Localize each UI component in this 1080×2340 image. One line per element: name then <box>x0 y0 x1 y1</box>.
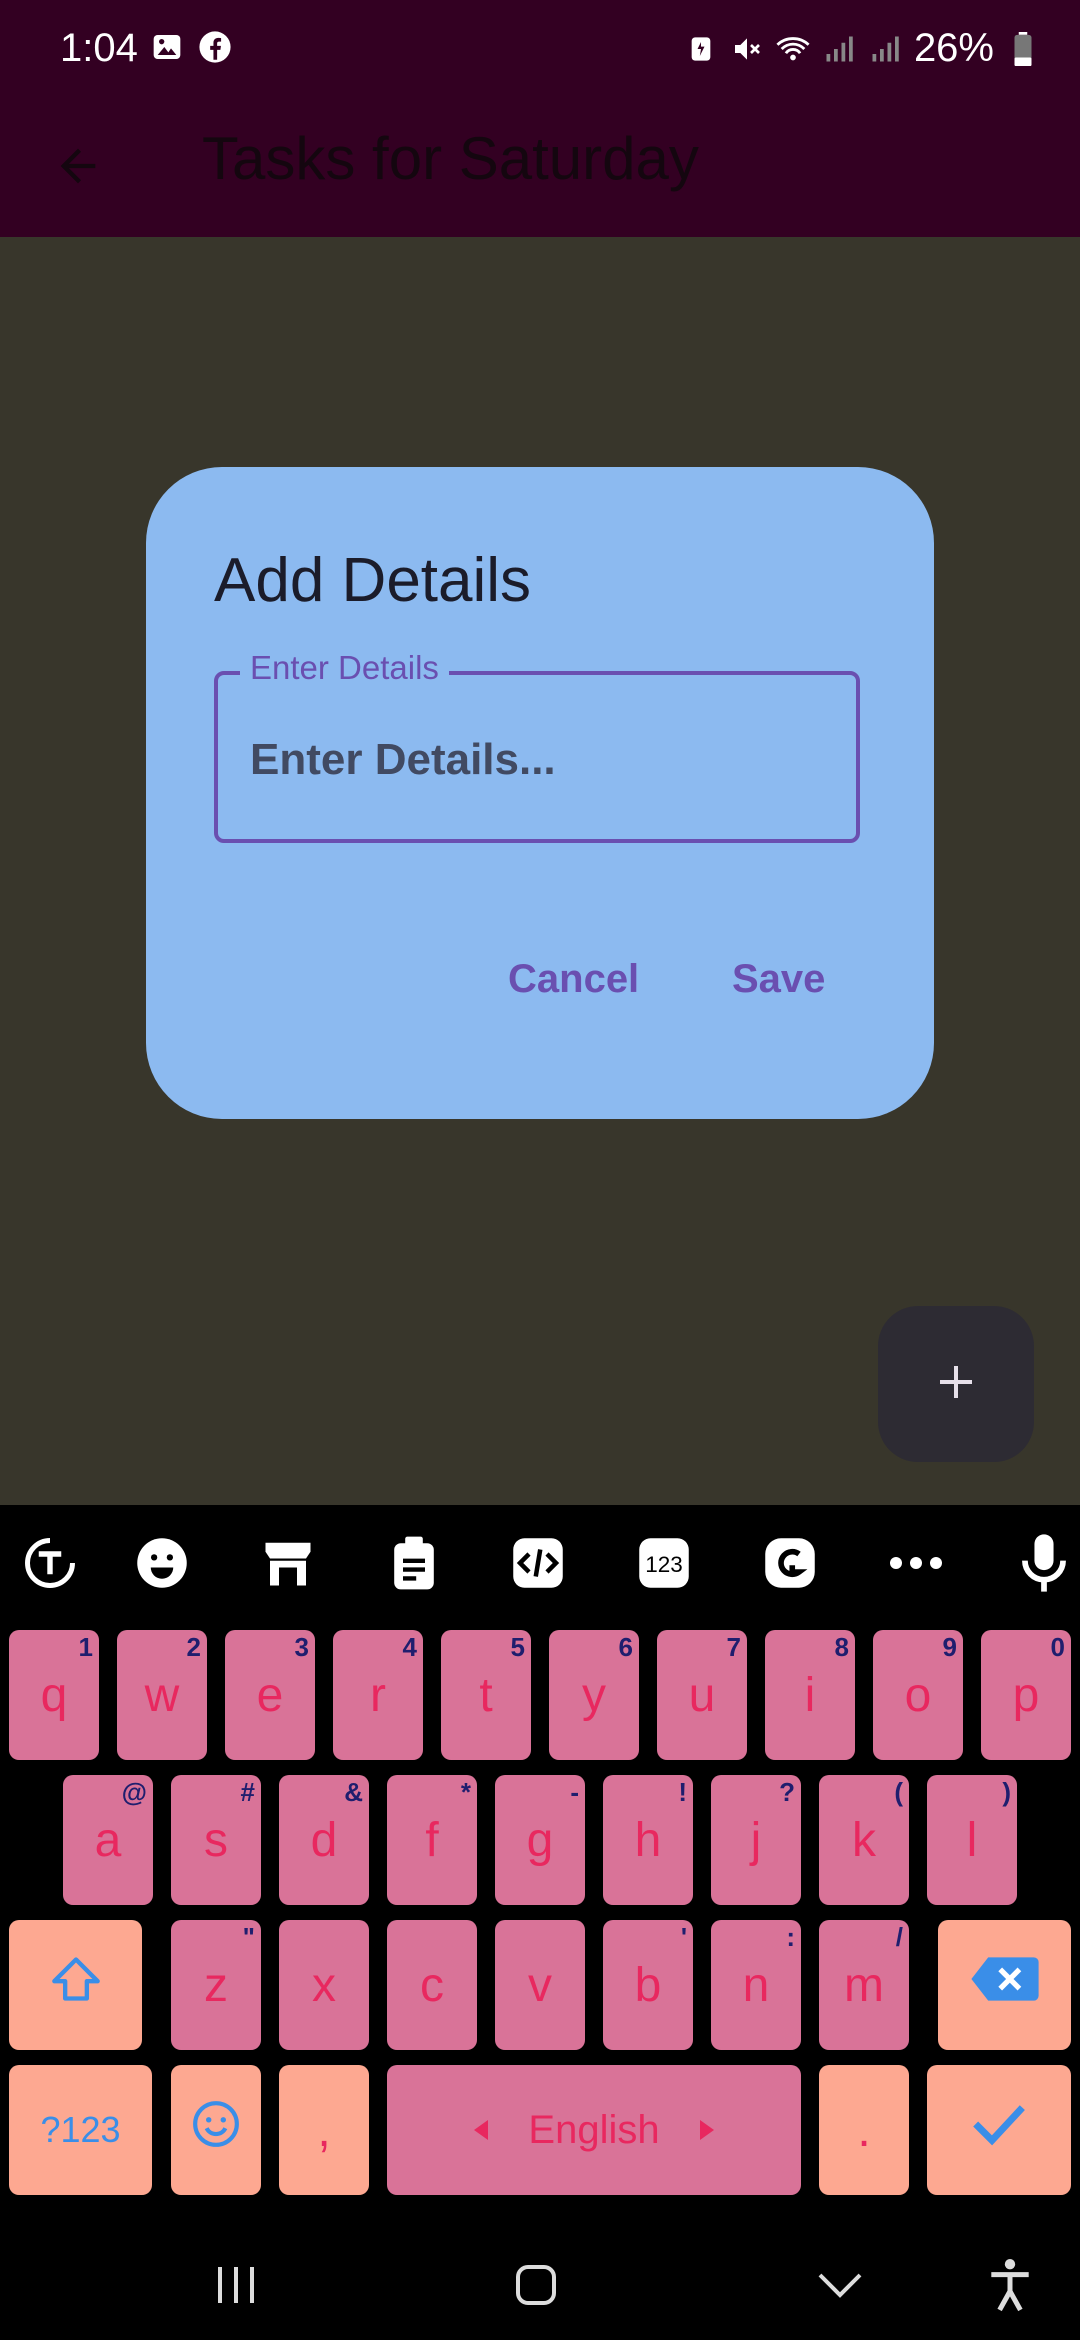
emoji-icon[interactable] <box>132 1533 192 1593</box>
navigation-bar <box>0 2225 1080 2340</box>
key-j[interactable]: ? j <box>711 1775 801 1905</box>
key-u[interactable]: 7u <box>657 1630 747 1760</box>
key-i[interactable]: 8i <box>765 1630 855 1760</box>
svg-text:123: 123 <box>645 1552 683 1577</box>
key-p[interactable]: 0p <box>981 1630 1071 1760</box>
key-a[interactable]: @ a <box>63 1775 153 1905</box>
recents-icon[interactable] <box>206 2255 266 2315</box>
add-details-dialog: Add Details Enter Details Cancel Save <box>146 467 934 1119</box>
shift-key[interactable] <box>9 1920 142 2050</box>
app-bar: Tasks for Saturday <box>0 100 1080 237</box>
language-right-icon <box>699 2120 714 2140</box>
status-right: 26% <box>684 26 1040 71</box>
text-translate-icon[interactable] <box>20 1533 80 1593</box>
mute-icon <box>730 32 764 66</box>
key-d[interactable]: & d <box>279 1775 369 1905</box>
numpad-icon[interactable]: 123 <box>634 1533 694 1593</box>
emoji-key[interactable] <box>171 2065 261 2195</box>
page-title: Tasks for Saturday <box>202 125 699 192</box>
accessibility-icon[interactable] <box>980 2255 1040 2315</box>
save-button[interactable]: Save <box>732 957 825 1002</box>
key-q[interactable]: 1q <box>9 1630 99 1760</box>
hide-keyboard-icon[interactable] <box>810 2255 870 2315</box>
key-c[interactable]: c <box>387 1920 477 2050</box>
battery-icon <box>1006 31 1040 66</box>
enter-key[interactable] <box>927 2065 1071 2195</box>
more-icon[interactable] <box>886 1533 946 1593</box>
emoji-icon <box>191 2099 241 2161</box>
key-s[interactable]: # s <box>171 1775 261 1905</box>
battery-saver-icon <box>684 32 718 66</box>
store-icon[interactable] <box>258 1533 318 1593</box>
details-input[interactable] <box>248 727 832 793</box>
keyboard: 123 1q 2w 3e 4r 5t 6y 7u 8i 9o 0p @ a # s … <box>0 1505 1080 2225</box>
home-icon[interactable] <box>506 2255 566 2315</box>
details-field[interactable]: Enter Details <box>214 649 860 843</box>
arrow-back-icon <box>52 140 104 197</box>
clipboard-icon[interactable] <box>384 1533 444 1593</box>
backspace-icon <box>969 1955 1041 2015</box>
shift-icon <box>50 1955 102 2015</box>
status-left-icons <box>150 30 232 64</box>
key-w[interactable]: 2w <box>117 1630 207 1760</box>
details-field-label: Enter Details <box>240 649 449 687</box>
key-b[interactable]: ' b <box>603 1920 693 2050</box>
comma-key[interactable]: , <box>279 2065 369 2195</box>
key-h[interactable]: ! h <box>603 1775 693 1905</box>
add-task-fab[interactable] <box>878 1306 1034 1462</box>
battery-percent: 26% <box>913 26 994 70</box>
symbols-key[interactable]: ?123 <box>9 2065 152 2195</box>
key-g[interactable]: -g <box>495 1775 585 1905</box>
period-key[interactable]: . <box>819 2065 909 2195</box>
code-icon[interactable] <box>508 1533 568 1593</box>
mic-icon[interactable] <box>1014 1533 1074 1593</box>
cancel-button[interactable]: Cancel <box>508 957 639 1002</box>
wifi-icon <box>776 32 810 66</box>
key-m[interactable]: / m <box>819 1920 909 2050</box>
language-left-icon <box>474 2120 489 2140</box>
space-language-label: English <box>528 2107 660 2152</box>
key-y[interactable]: 6y <box>549 1630 639 1760</box>
key-l[interactable]: ) l <box>927 1775 1017 1905</box>
key-n[interactable]: :n <box>711 1920 801 2050</box>
key-o[interactable]: 9o <box>873 1630 963 1760</box>
space-key[interactable]: English <box>387 2065 801 2195</box>
check-icon <box>971 2102 1027 2158</box>
key-z[interactable]: " z <box>171 1920 261 2050</box>
key-x[interactable]: x <box>279 1920 369 2050</box>
status-time: 1:04 <box>60 26 138 70</box>
key-e[interactable]: 3e <box>225 1630 315 1760</box>
key-r[interactable]: 4r <box>333 1630 423 1760</box>
plus-icon <box>932 1358 980 1411</box>
key-t[interactable]: 5t <box>441 1630 531 1760</box>
signal-icon <box>822 32 856 66</box>
grammar-icon[interactable] <box>760 1533 820 1593</box>
key-f[interactable]: * f <box>387 1775 477 1905</box>
keyboard-toolbar: 123 <box>0 1505 1080 1620</box>
image-icon <box>150 30 184 64</box>
key-v[interactable]: v <box>495 1920 585 2050</box>
key-k[interactable]: (k <box>819 1775 909 1905</box>
dialog-title: Add Details <box>214 546 532 615</box>
backspace-key[interactable] <box>938 1920 1071 2050</box>
status-bar: 1:04 26% <box>0 0 1080 100</box>
signal-icon <box>868 32 902 66</box>
back-button[interactable] <box>40 130 116 206</box>
facebook-icon <box>198 30 232 64</box>
